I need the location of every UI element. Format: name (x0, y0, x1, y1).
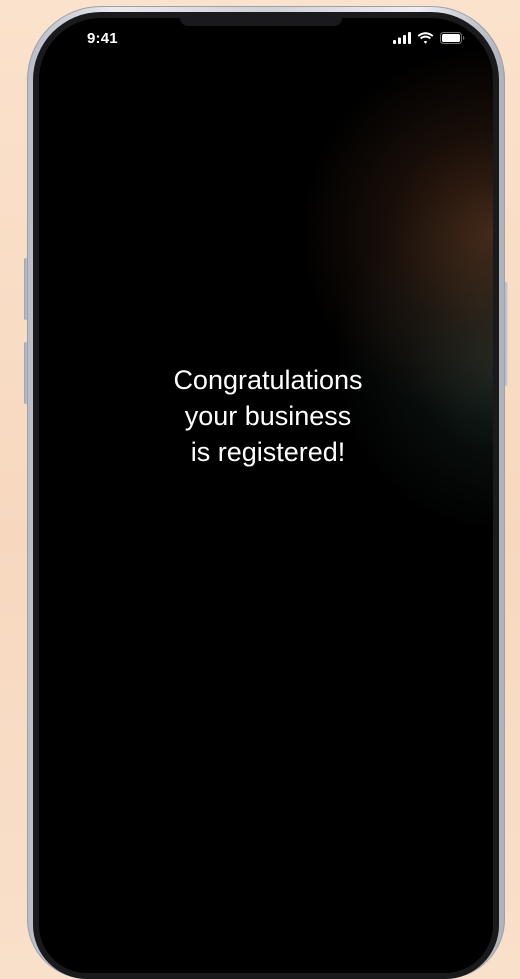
phone-screen (39, 18, 493, 973)
status-bar: 9:41 (39, 30, 493, 52)
status-time: 9:41 (87, 30, 118, 47)
dynamic-notch (180, 18, 342, 26)
battery-icon (440, 32, 465, 44)
cellular-signal-icon (393, 32, 411, 44)
status-icons (393, 32, 465, 44)
message-line-1: Congratulations (173, 365, 363, 395)
wifi-icon (417, 32, 434, 44)
message-line-3: is registered! (190, 437, 346, 467)
registration-success-message: Congratulations your business is registe… (39, 362, 497, 470)
message-line-2: your business (184, 401, 352, 431)
